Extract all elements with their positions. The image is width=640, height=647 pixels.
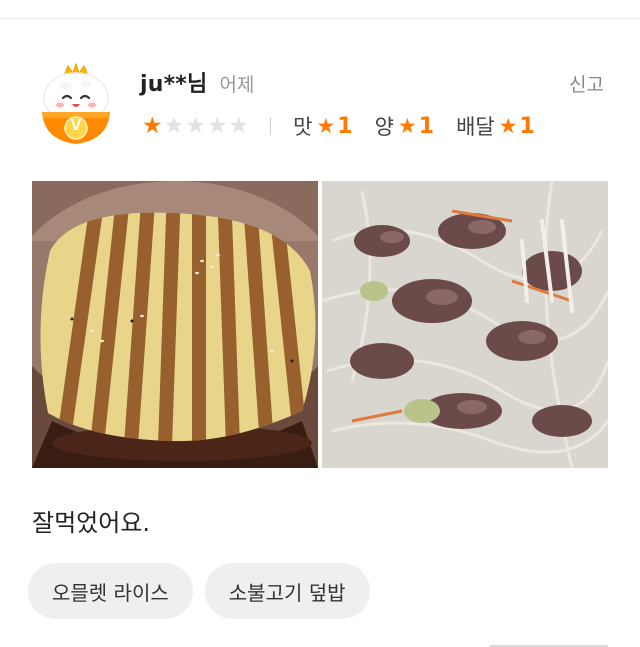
review-header: V ju**님 어제 신고 ★ ★ ★ ★ ★ 맛 ★ 1 양 ★ 1 배달 ★ 1 xyxy=(0,56,640,156)
overall-rating-stars: ★ ★ ★ ★ ★ xyxy=(142,112,250,139)
star-icon: ★ xyxy=(142,112,163,139)
avatar-badge-label: V xyxy=(70,117,82,134)
review-date: 어제 xyxy=(219,74,255,96)
menu-tag-omelette-rice[interactable]: 오믈렛 라이스 xyxy=(28,563,193,619)
review-photo-omelette[interactable] xyxy=(32,181,318,468)
report-button[interactable]: 신고 xyxy=(569,70,604,97)
ratings-row: ★ ★ ★ ★ ★ 맛 ★ 1 양 ★ 1 배달 ★ 1 xyxy=(142,111,557,141)
star-icon: ★ xyxy=(498,114,518,138)
review-photo-bulgogi[interactable] xyxy=(322,181,608,468)
review-text: 잘먹었어요. xyxy=(32,509,151,537)
star-icon: ★ xyxy=(316,114,336,138)
star-icon: ★ xyxy=(185,112,206,139)
avatar: V xyxy=(38,60,114,148)
sub-rating-delivery-label: 배달 xyxy=(456,115,495,139)
star-icon: ★ xyxy=(163,112,185,139)
sub-rating-taste-label: 맛 xyxy=(293,115,313,139)
sub-rating-taste: 맛 ★ 1 xyxy=(293,111,352,141)
sub-rating-quantity-label: 양 xyxy=(374,115,394,139)
sub-rating-quantity-value: 1 xyxy=(418,113,435,139)
sub-rating-quantity: 양 ★ 1 xyxy=(375,111,434,141)
sub-rating-taste-value: 1 xyxy=(337,113,353,139)
star-icon: ★ xyxy=(397,114,417,138)
username-row: ju**님 어제 xyxy=(140,66,254,98)
top-divider xyxy=(0,18,640,19)
sub-rating-delivery: 배달 ★ 1 xyxy=(456,111,535,141)
star-icon: ★ xyxy=(228,112,250,139)
menu-tags: 오믈렛 라이스 소불고기 덮밥 xyxy=(28,563,382,619)
rating-divider xyxy=(270,117,272,135)
username: ju**님 xyxy=(140,72,208,97)
sub-rating-delivery-value: 1 xyxy=(519,113,535,139)
menu-tag-bulgogi-rice-bowl[interactable]: 소불고기 덮밥 xyxy=(204,563,370,619)
star-icon: ★ xyxy=(206,112,228,139)
